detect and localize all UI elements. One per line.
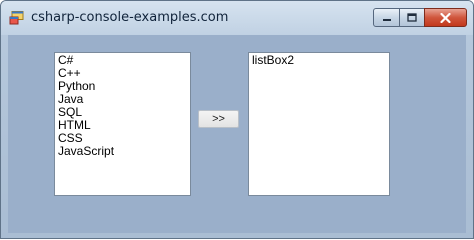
list-item[interactable]: JavaScript: [58, 145, 187, 158]
close-button[interactable]: [424, 8, 467, 27]
right-listbox[interactable]: listBox2: [248, 52, 390, 196]
caption-buttons: [373, 8, 467, 27]
close-icon: [440, 12, 451, 23]
minimize-icon: [382, 18, 391, 21]
left-listbox[interactable]: C# C++ Python Java SQL HTML CSS JavaScri…: [54, 52, 191, 196]
minimize-button[interactable]: [373, 8, 400, 27]
move-items-button[interactable]: >>: [198, 110, 239, 128]
maximize-button[interactable]: [399, 8, 425, 27]
list-item[interactable]: listBox2: [252, 54, 386, 67]
maximize-icon: [407, 13, 417, 22]
main-window: csharp-console-examples.com C# C++ Pytho…: [0, 0, 474, 239]
form-client-area: C# C++ Python Java SQL HTML CSS JavaScri…: [8, 35, 466, 233]
window-title: csharp-console-examples.com: [31, 10, 229, 25]
title-bar[interactable]: csharp-console-examples.com: [1, 1, 473, 35]
app-window-icon: [9, 11, 24, 25]
